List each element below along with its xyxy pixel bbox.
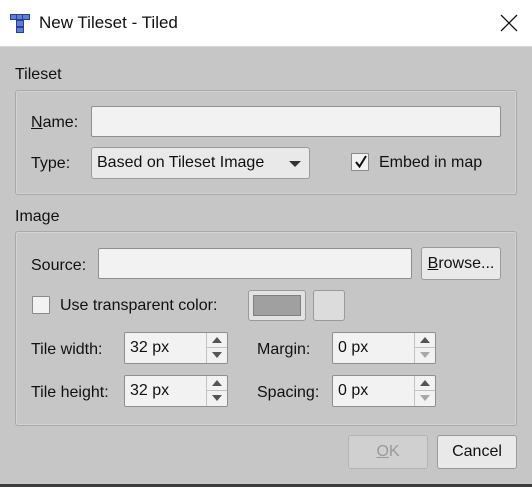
arrow-down-icon xyxy=(420,395,430,401)
margin-decrement-button[interactable] xyxy=(415,348,435,363)
arrow-up-icon xyxy=(420,380,430,386)
margin-increment-button[interactable] xyxy=(415,333,435,348)
tile-height-label: Tile height: xyxy=(31,384,109,401)
tile-height-value: 32 px xyxy=(130,382,170,399)
margin-spin-buttons xyxy=(414,333,435,363)
chevron-down-icon xyxy=(289,161,301,167)
name-input[interactable] xyxy=(91,106,501,137)
spacing-label: Spacing: xyxy=(257,384,320,401)
ok-button[interactable]: OK xyxy=(348,435,428,469)
tile-height-increment-button[interactable] xyxy=(207,376,227,391)
transparent-color-swatch xyxy=(253,295,301,316)
spacing-increment-button[interactable] xyxy=(415,376,435,391)
spacing-value: 0 px xyxy=(338,382,369,399)
checkmark-icon xyxy=(355,155,367,169)
spacing-spinbox[interactable]: 0 px xyxy=(332,375,436,407)
browse-button[interactable]: Browse... xyxy=(421,247,501,280)
browse-label-rest: rowse... xyxy=(438,254,495,272)
arrow-up-icon xyxy=(420,337,430,343)
arrow-down-icon xyxy=(212,395,222,401)
name-label-rest: ame: xyxy=(42,114,79,131)
arrow-down-icon xyxy=(420,352,430,358)
type-dropdown-value: Based on Tileset Image xyxy=(97,154,265,171)
window-title: New Tileset - Tiled xyxy=(39,13,178,32)
image-section-label: Image xyxy=(15,208,60,225)
tile-width-spinbox[interactable]: 32 px xyxy=(124,332,228,364)
tile-width-increment-button[interactable] xyxy=(207,333,227,348)
transparent-color-button[interactable] xyxy=(248,290,306,321)
tile-width-value: 32 px xyxy=(130,339,170,356)
tile-width-label: Tile width: xyxy=(31,341,103,358)
name-label-mnemonic: N xyxy=(31,114,43,131)
embed-in-map-label[interactable]: Embed in map xyxy=(379,154,482,172)
ok-mnemonic: O xyxy=(376,443,389,460)
type-dropdown[interactable]: Based on Tileset Image xyxy=(91,147,310,179)
cancel-button[interactable]: Cancel xyxy=(437,435,517,469)
ok-label-rest: K xyxy=(388,443,400,460)
tile-height-spinbox[interactable]: 32 px xyxy=(124,375,228,407)
use-transparent-color-label[interactable]: Use transparent color: xyxy=(60,297,217,315)
spacing-decrement-button[interactable] xyxy=(415,391,435,406)
browse-mnemonic: B xyxy=(427,254,439,272)
embed-in-map-checkbox[interactable] xyxy=(351,153,369,171)
tileset-group: Name: Type: Based on Tileset Image Embed… xyxy=(15,90,517,195)
arrow-up-icon xyxy=(212,380,222,386)
use-transparent-color-checkbox[interactable] xyxy=(32,296,50,314)
tile-height-decrement-button[interactable] xyxy=(207,391,227,406)
type-label: Type: xyxy=(31,155,71,172)
source-input[interactable] xyxy=(98,248,412,279)
tile-width-decrement-button[interactable] xyxy=(207,348,227,363)
close-button[interactable] xyxy=(486,0,532,46)
margin-spinbox[interactable]: 0 px xyxy=(332,332,436,364)
arrow-up-icon xyxy=(212,337,222,343)
margin-value: 0 px xyxy=(338,339,369,356)
source-label: Source: xyxy=(31,257,87,274)
tiled-app-icon xyxy=(10,14,30,33)
close-icon xyxy=(500,14,518,32)
tile-width-spin-buttons xyxy=(206,333,227,363)
arrow-down-icon xyxy=(212,352,222,358)
title-bar: New Tileset - Tiled xyxy=(0,0,532,47)
tile-height-spin-buttons xyxy=(206,376,227,406)
margin-label: Margin: xyxy=(257,341,311,358)
tileset-section-label: Tileset xyxy=(15,66,62,83)
spacing-spin-buttons xyxy=(414,376,435,406)
pick-color-button[interactable] xyxy=(313,290,345,321)
image-group: Source: Browse... Use transparent color:… xyxy=(15,231,517,426)
name-label: Name: xyxy=(31,114,78,132)
